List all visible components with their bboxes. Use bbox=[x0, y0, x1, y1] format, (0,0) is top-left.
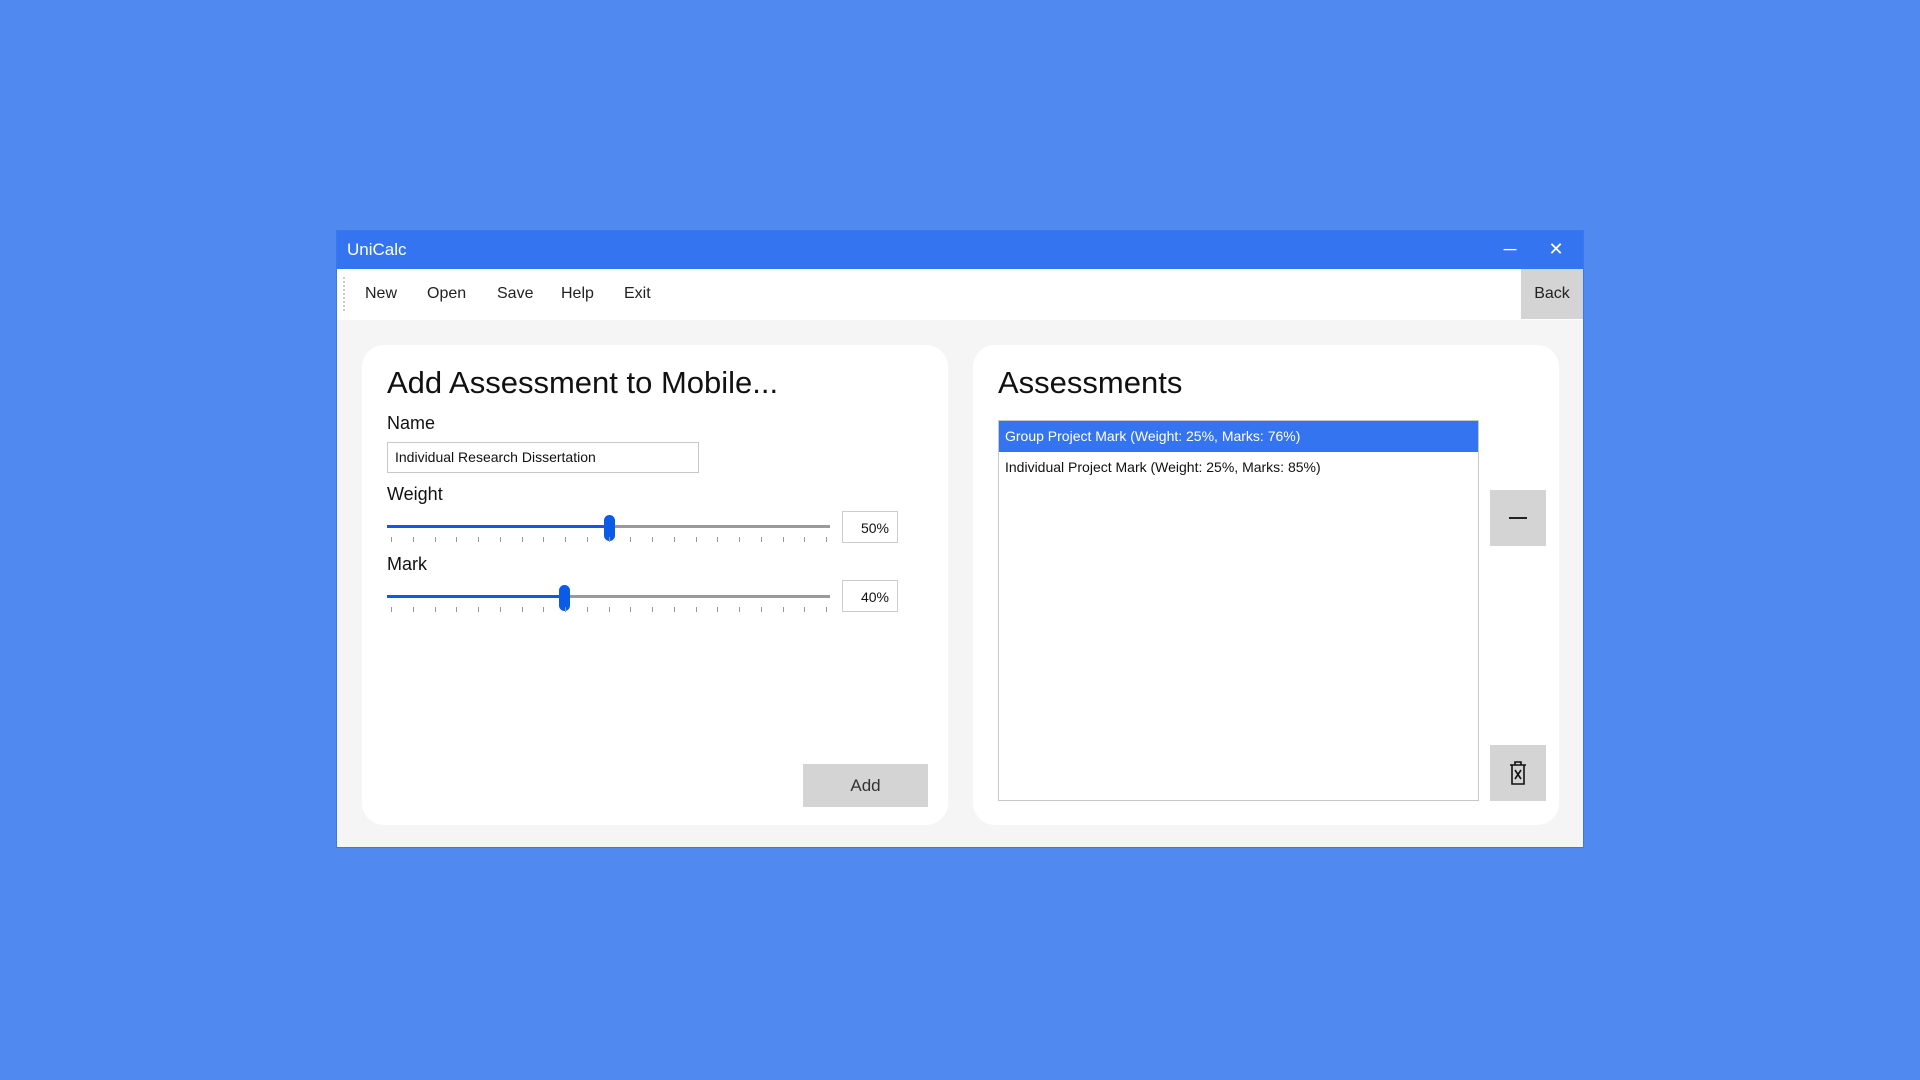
app-window: UniCalc ─ ✕ New Open Save Help Exit Back… bbox=[336, 230, 1584, 848]
slider-tick bbox=[434, 607, 436, 612]
slider-tick bbox=[695, 537, 697, 542]
slider-tick bbox=[804, 607, 806, 612]
slider-tick bbox=[565, 537, 566, 542]
back-button[interactable]: Back bbox=[1521, 269, 1583, 319]
slider-tick bbox=[739, 537, 740, 542]
menu-new[interactable]: New bbox=[365, 285, 397, 303]
menu-exit[interactable]: Exit bbox=[624, 285, 651, 303]
slider-tick bbox=[826, 607, 827, 612]
menu-help[interactable]: Help bbox=[561, 285, 594, 303]
slider-tick bbox=[543, 537, 545, 542]
slider-tick bbox=[478, 537, 479, 542]
slider-tick bbox=[695, 607, 697, 612]
minus-icon bbox=[1509, 517, 1527, 519]
slider-tick bbox=[478, 607, 479, 612]
weight-label: Weight bbox=[387, 484, 443, 504]
slider-tick bbox=[586, 607, 588, 612]
slider-tick bbox=[543, 607, 545, 612]
add-button[interactable]: Add bbox=[803, 764, 928, 807]
name-input[interactable]: Individual Research Dissertation bbox=[387, 442, 699, 473]
slider-tick bbox=[804, 537, 806, 542]
mark-label: Mark bbox=[387, 554, 427, 574]
delete-all-button[interactable] bbox=[1490, 745, 1546, 801]
slider-tick bbox=[717, 537, 719, 542]
mark-slider[interactable] bbox=[387, 583, 830, 613]
toolbar-grip[interactable] bbox=[343, 277, 345, 311]
slider-tick bbox=[608, 537, 610, 542]
slider-tick bbox=[499, 607, 501, 612]
slider-tick bbox=[782, 537, 784, 542]
slider-fill bbox=[387, 525, 609, 528]
slider-tick bbox=[673, 537, 675, 542]
title-bar: UniCalc ─ ✕ bbox=[337, 231, 1583, 269]
slider-tick bbox=[739, 607, 740, 612]
list-item[interactable]: Group Project Mark (Weight: 25%, Marks: … bbox=[999, 421, 1478, 452]
slider-tick bbox=[521, 537, 523, 542]
slider-tick bbox=[456, 537, 458, 542]
add-assessment-panel: Add Assessment to Mobile... Name Individ… bbox=[362, 345, 948, 825]
slider-tick bbox=[412, 607, 414, 612]
slider-tick bbox=[499, 537, 501, 542]
slider-tick bbox=[826, 537, 827, 542]
slider-tick bbox=[717, 607, 719, 612]
assessments-panel: Assessments Group Project Mark (Weight: … bbox=[973, 345, 1559, 825]
slider-tick bbox=[565, 607, 566, 612]
window-title: UniCalc bbox=[347, 240, 407, 259]
minimize-button[interactable]: ─ bbox=[1487, 231, 1533, 269]
slider-fill bbox=[387, 595, 565, 598]
slider-tick bbox=[456, 607, 458, 612]
list-item[interactable]: Individual Project Mark (Weight: 25%, Ma… bbox=[999, 452, 1478, 483]
menu-open[interactable]: Open bbox=[427, 285, 466, 303]
slider-tick bbox=[652, 537, 653, 542]
slider-tick bbox=[586, 537, 588, 542]
remove-button[interactable] bbox=[1490, 490, 1546, 546]
menu-save[interactable]: Save bbox=[497, 285, 533, 303]
panel-title: Add Assessment to Mobile... bbox=[387, 365, 779, 400]
slider-tick bbox=[412, 537, 414, 542]
slider-tick bbox=[391, 607, 392, 612]
slider-tick bbox=[434, 537, 436, 542]
name-label: Name bbox=[387, 413, 436, 433]
close-button[interactable]: ✕ bbox=[1533, 231, 1579, 269]
slider-tick bbox=[760, 537, 762, 542]
weight-slider[interactable] bbox=[387, 513, 830, 543]
trash-icon bbox=[1510, 761, 1526, 785]
slider-tick bbox=[630, 537, 632, 542]
slider-tick bbox=[630, 607, 632, 612]
slider-tick bbox=[391, 537, 392, 542]
panel-title: Assessments bbox=[998, 365, 1183, 400]
slider-tick bbox=[608, 607, 610, 612]
weight-value-box[interactable]: 50% bbox=[842, 511, 898, 543]
slider-tick bbox=[760, 607, 762, 612]
slider-tick bbox=[652, 607, 653, 612]
mark-value-box[interactable]: 40% bbox=[842, 580, 898, 612]
slider-tick bbox=[673, 607, 675, 612]
menu-bar: New Open Save Help Exit Back bbox=[337, 269, 1583, 320]
slider-tick bbox=[521, 607, 523, 612]
assessments-list[interactable]: Group Project Mark (Weight: 25%, Marks: … bbox=[998, 420, 1479, 801]
slider-tick bbox=[782, 607, 784, 612]
